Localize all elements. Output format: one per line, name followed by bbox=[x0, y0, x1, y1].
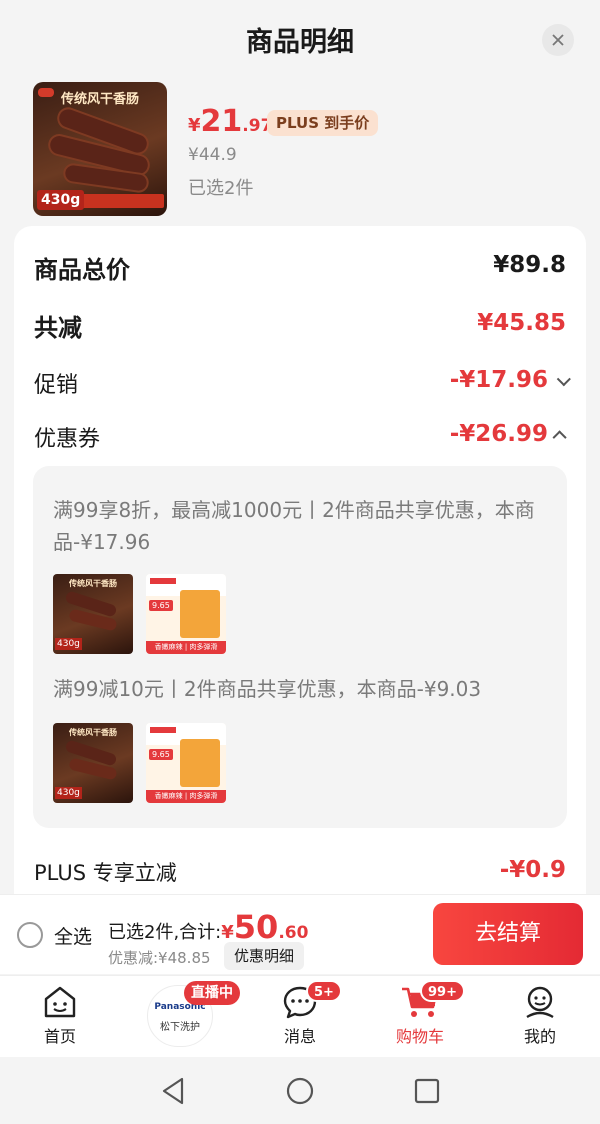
total-integer: 50 bbox=[233, 908, 279, 946]
plus-price: ¥ 21 .97 bbox=[188, 104, 272, 139]
coupon-label: 优惠券 bbox=[34, 427, 101, 452]
coupon-product-thumb[interactable]: 9.65 香嫩麻辣 | 肉多弹滑 bbox=[146, 574, 226, 654]
coupon-product-thumb[interactable]: 传统风干香肠 430g bbox=[53, 723, 133, 803]
snack-package bbox=[180, 590, 220, 638]
promo-value: -¥17.96 bbox=[449, 367, 548, 393]
coupon-product-thumb[interactable]: 9.65 香嫩麻辣 | 肉多弹滑 bbox=[146, 723, 226, 803]
snack-label-bar bbox=[150, 727, 176, 733]
promo-row-toggle[interactable]: -¥17.96 bbox=[449, 367, 571, 393]
close-button[interactable] bbox=[542, 24, 574, 56]
selected-count: 已选2件 bbox=[188, 178, 254, 199]
mini-weight: 430g bbox=[55, 787, 82, 799]
checkout-button[interactable]: 去结算 bbox=[433, 903, 583, 965]
live-badge: 直播中 bbox=[184, 981, 240, 1005]
profile-icon bbox=[526, 986, 554, 1019]
system-nav-bar bbox=[0, 1057, 600, 1124]
tab-mine-label: 我的 bbox=[523, 1027, 556, 1046]
tab-cart-label: 购物车 bbox=[395, 1027, 444, 1046]
live-brand-sub: 松下洗护 bbox=[160, 1022, 200, 1033]
cart-badge: 99+ bbox=[420, 980, 465, 1002]
tab-messages-label: 消息 bbox=[283, 1027, 316, 1046]
coupon-detail-box: 满99享8折，最高减1000元丨2件商品共享优惠，本商品-¥17.96 传统风干… bbox=[33, 466, 567, 828]
snack-package bbox=[180, 739, 220, 787]
price-integer: 21 bbox=[200, 104, 243, 139]
tab-mine[interactable]: 我的 bbox=[495, 985, 585, 1047]
chevron-up-icon bbox=[552, 430, 567, 445]
select-all-checkbox[interactable] bbox=[17, 922, 43, 948]
coupon-value: -¥26.99 bbox=[449, 421, 548, 447]
mini-banner: 传统风干香肠 bbox=[69, 579, 117, 588]
select-all-label[interactable]: 全选 bbox=[54, 922, 92, 949]
tab-home[interactable]: 首页 bbox=[15, 985, 105, 1047]
messages-badge: 5+ bbox=[306, 980, 342, 1002]
coupon-description: 满99享8折，最高减1000元丨2件商品共享优惠，本商品-¥17.96 bbox=[53, 498, 535, 554]
coupon-product-thumb[interactable]: 传统风干香肠 430g bbox=[53, 574, 133, 654]
total-currency: ¥ bbox=[221, 922, 234, 943]
snack-price: 9.65 bbox=[149, 600, 173, 611]
snack-footer: 香嫩麻辣 | 肉多弹滑 bbox=[146, 790, 226, 803]
snack-footer: 香嫩麻辣 | 肉多弹滑 bbox=[146, 641, 226, 654]
product-weight: 430g bbox=[37, 190, 85, 210]
discount-detail-button[interactable]: 优惠明细 bbox=[224, 942, 305, 970]
total-value: ¥89.8 bbox=[493, 252, 566, 278]
checkout-summary: 已选2件,合计: ¥ 50 .60 bbox=[108, 908, 308, 946]
recents-icon[interactable] bbox=[414, 1078, 440, 1104]
price-currency: ¥ bbox=[188, 115, 201, 136]
mini-weight: 430g bbox=[55, 638, 82, 650]
reduce-label: 共减 bbox=[34, 314, 82, 342]
snack-label-bar bbox=[150, 578, 176, 584]
plus-discount-label: PLUS 专享立减 bbox=[34, 861, 177, 885]
promo-label: 促销 bbox=[34, 373, 79, 398]
product-image-strip bbox=[82, 194, 164, 208]
coupon-description: 满99减10元丨2件商品共享优惠，本商品-¥9.03 bbox=[53, 677, 482, 701]
tab-home-label: 首页 bbox=[43, 1027, 76, 1046]
total-label: 商品总价 bbox=[34, 256, 130, 284]
plus-price-tag: PLUS 到手价 bbox=[267, 110, 379, 136]
reduce-value: ¥45.85 bbox=[477, 310, 566, 336]
mini-banner: 传统风干香肠 bbox=[69, 728, 117, 737]
close-icon bbox=[552, 34, 564, 46]
cart-detail-screen: 商品明细 传统风干香肠 430g ¥ 21 .97 PLUS 到手价 ¥44.9… bbox=[0, 0, 600, 1124]
product-image-banner: 传统风干香肠 bbox=[60, 92, 139, 107]
home-nav-icon[interactable] bbox=[286, 1077, 314, 1105]
coupon-row-toggle[interactable]: -¥26.99 bbox=[449, 421, 567, 447]
original-price: ¥44.9 bbox=[188, 145, 237, 165]
summary-prefix: 已选2件,合计: bbox=[108, 922, 222, 943]
snack-price: 9.65 bbox=[149, 749, 173, 760]
plus-discount-value: -¥0.9 bbox=[499, 857, 566, 883]
discount-summary: 优惠减:¥48.85 bbox=[108, 949, 211, 967]
page-title: 商品明细 bbox=[246, 27, 354, 58]
home-icon bbox=[44, 986, 76, 1018]
total-decimal: .60 bbox=[278, 923, 309, 943]
product-image[interactable]: 传统风干香肠 430g bbox=[33, 82, 167, 216]
back-icon[interactable] bbox=[160, 1077, 186, 1105]
